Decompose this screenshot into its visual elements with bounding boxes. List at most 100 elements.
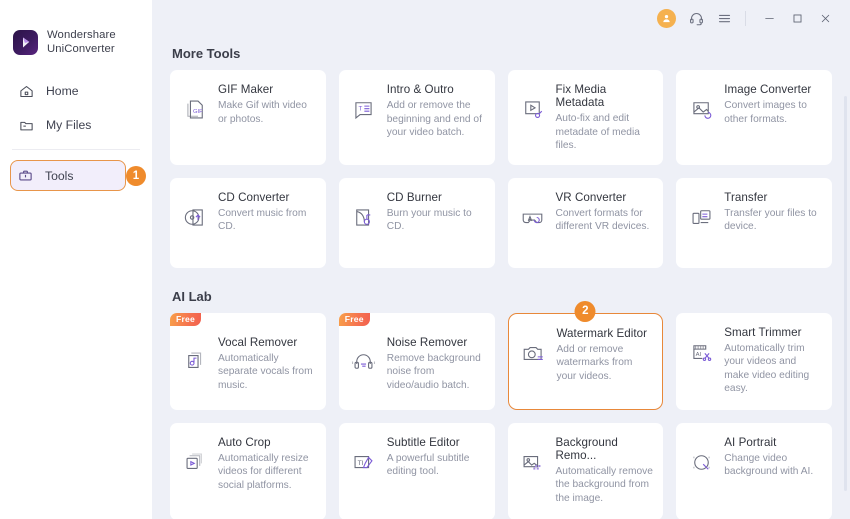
- card-title: Fix Media Metadata: [555, 83, 607, 109]
- card-desc: Transfer your files to device.: [724, 207, 817, 233]
- tool-card-cd-burner[interactable]: CD Burner Burn your music to CD.: [338, 177, 495, 268]
- vr-headset-icon: [518, 191, 548, 256]
- card-desc: Automatically trim your videos and make …: [724, 342, 810, 395]
- card-body: Noise Remover Remove background noise fr…: [387, 326, 485, 398]
- tool-card-intro-outro[interactable]: T Intro & Outro Add or remove the beginn…: [338, 70, 495, 165]
- card-body: CD Converter Convert music from CD.: [218, 191, 316, 256]
- svg-text:AI: AI: [695, 351, 701, 357]
- free-badge: Free: [170, 312, 201, 326]
- card-desc: A powerful subtitle editing tool.: [386, 452, 470, 478]
- card-desc: Remove background noise from video/audio…: [386, 352, 481, 391]
- step-badge-2: 2: [574, 300, 596, 322]
- transfer-icon: [686, 191, 716, 256]
- vocal-remover-icon: [180, 326, 210, 398]
- tool-card-fix-media-metadata[interactable]: Fix Media Metadata Auto-fix and edit met…: [507, 70, 664, 165]
- card-body: CD Burner Burn your music to CD.: [387, 191, 485, 256]
- tool-card-noise-remover[interactable]: Free Noise Remover Remove background noi…: [338, 312, 495, 410]
- sidebar-item-my-files[interactable]: My Files: [12, 110, 142, 140]
- titlebar-divider: [745, 10, 746, 26]
- watermark-camera-icon: [519, 327, 549, 397]
- menu-icon[interactable]: [711, 5, 737, 31]
- card-title: Intro & Outro: [386, 83, 454, 96]
- tool-card-smart-trimmer[interactable]: AI Smart Trimmer Automatically trim your…: [676, 312, 832, 410]
- gif-file-icon: GIF: [180, 83, 210, 153]
- tool-card-vocal-remover[interactable]: Free Vocal Remover Automatically separat…: [170, 312, 326, 410]
- card-title: Auto Crop: [218, 435, 271, 449]
- card-desc: Auto-fix and edit metadate of media file…: [555, 113, 640, 151]
- card-title: VR Converter: [555, 190, 627, 204]
- card-desc: Make Gif with video or photos.: [218, 100, 307, 125]
- free-badge: Free: [338, 312, 370, 326]
- sidebar-divider: [12, 149, 140, 150]
- maximize-button[interactable]: [784, 5, 810, 31]
- tool-card-ai-portrait[interactable]: AI Portrait Change video background with…: [676, 422, 832, 519]
- sidebar-item-label: Home: [46, 84, 79, 98]
- card-title: Image Converter: [724, 83, 812, 96]
- card-desc: Automatically separate vocals from music…: [218, 352, 313, 391]
- ai-lab-grid: Free Vocal Remover Automatically separat…: [170, 300, 832, 519]
- sidebar-item-tools[interactable]: Tools 1: [10, 160, 146, 191]
- cd-burn-icon: [349, 191, 379, 256]
- card-body: Background Remo... Automatically remove …: [556, 436, 654, 508]
- ai-portrait-icon: [686, 436, 716, 508]
- media-metadata-icon: [518, 83, 548, 153]
- sidebar-item-home[interactable]: Home: [12, 76, 142, 106]
- svg-text:TI: TI: [358, 460, 364, 467]
- card-desc: Add or remove watermarks from your video…: [556, 343, 633, 382]
- home-icon: [18, 83, 35, 100]
- tool-card-vr-converter[interactable]: VR Converter Convert formats for differe…: [507, 177, 664, 268]
- tool-card-image-converter[interactable]: Image Converter Convert images to other …: [676, 70, 832, 165]
- auto-crop-icon: [180, 436, 210, 508]
- tool-card-cd-converter[interactable]: CD Converter Convert music from CD.: [170, 177, 326, 268]
- card-body: GIF Maker Make Gif with video or photos.: [218, 83, 316, 153]
- card-desc: Burn your music to CD.: [386, 207, 472, 233]
- svg-text:GIF: GIF: [192, 109, 202, 115]
- avatar[interactable]: [657, 8, 676, 28]
- card-title: Noise Remover: [386, 335, 468, 349]
- support-headset-icon[interactable]: [683, 5, 709, 31]
- tool-card-watermark-editor[interactable]: 2 Watermark Editor Add or remove waterma…: [507, 300, 664, 410]
- ai-scissors-icon: AI: [686, 326, 716, 398]
- card-body: Smart Trimmer Automatically trim your vi…: [724, 326, 822, 398]
- main-panel: More Tools GIF GIF Maker Make Gif with v…: [152, 0, 850, 519]
- card-title: Smart Trimmer: [724, 325, 802, 339]
- sidebar-item-label: Tools: [45, 168, 74, 183]
- brand-name: Wondershare UniConverter: [47, 29, 116, 55]
- card-desc: Add or remove the beginning and end of y…: [386, 100, 482, 138]
- image-convert-icon: [686, 83, 716, 153]
- cd-convert-icon: [180, 191, 210, 256]
- wondershare-logo-icon: [13, 29, 38, 55]
- folder-icon: [18, 117, 35, 134]
- tool-card-gif-maker[interactable]: GIF GIF Maker Make Gif with video or pho…: [170, 70, 326, 165]
- sidebar-item-label: My Files: [46, 118, 92, 132]
- card-body: Vocal Remover Automatically separate voc…: [218, 326, 316, 398]
- svg-text:T: T: [359, 105, 363, 112]
- app-window: Wondershare UniConverter Home My Files T…: [0, 0, 850, 519]
- card-body: Watermark Editor Add or remove watermark…: [557, 327, 653, 397]
- tool-card-transfer[interactable]: Transfer Transfer your files to device.: [676, 177, 832, 268]
- card-body: Subtitle Editor A powerful subtitle edit…: [387, 436, 485, 508]
- card-body: Image Converter Convert images to other …: [724, 83, 822, 153]
- card-desc: Convert music from CD.: [218, 207, 307, 233]
- tool-card-auto-crop[interactable]: Auto Crop Automatically resize videos fo…: [170, 422, 326, 519]
- sidebar: Wondershare UniConverter Home My Files T…: [0, 0, 152, 519]
- bg-remove-icon: [518, 436, 548, 508]
- minimize-button[interactable]: [756, 5, 782, 31]
- close-button[interactable]: [812, 5, 838, 31]
- card-body: AI Portrait Change video background with…: [724, 436, 822, 508]
- card-title: Watermark Editor: [556, 326, 648, 340]
- card-body: VR Converter Convert formats for differe…: [556, 191, 654, 256]
- tool-card-subtitle-editor[interactable]: TI Subtitle Editor A powerful subtitle e…: [338, 422, 495, 519]
- brand: Wondershare UniConverter: [0, 22, 152, 62]
- card-desc: Convert images to other formats.: [724, 100, 807, 125]
- more-tools-grid: GIF GIF Maker Make Gif with video or pho…: [170, 70, 832, 268]
- card-body: Fix Media Metadata Auto-fix and edit met…: [556, 83, 654, 153]
- card-title: Transfer: [724, 190, 768, 204]
- text-frame-icon: T: [349, 83, 379, 153]
- card-desc: Automatically remove the background from…: [555, 465, 653, 504]
- card-title: Vocal Remover: [218, 335, 298, 349]
- tool-card-background-remover[interactable]: Background Remo... Automatically remove …: [507, 422, 664, 519]
- card-desc: Change video background with AI.: [724, 452, 814, 478]
- vertical-scrollbar[interactable]: [844, 96, 847, 491]
- card-body: Transfer Transfer your files to device.: [724, 191, 822, 256]
